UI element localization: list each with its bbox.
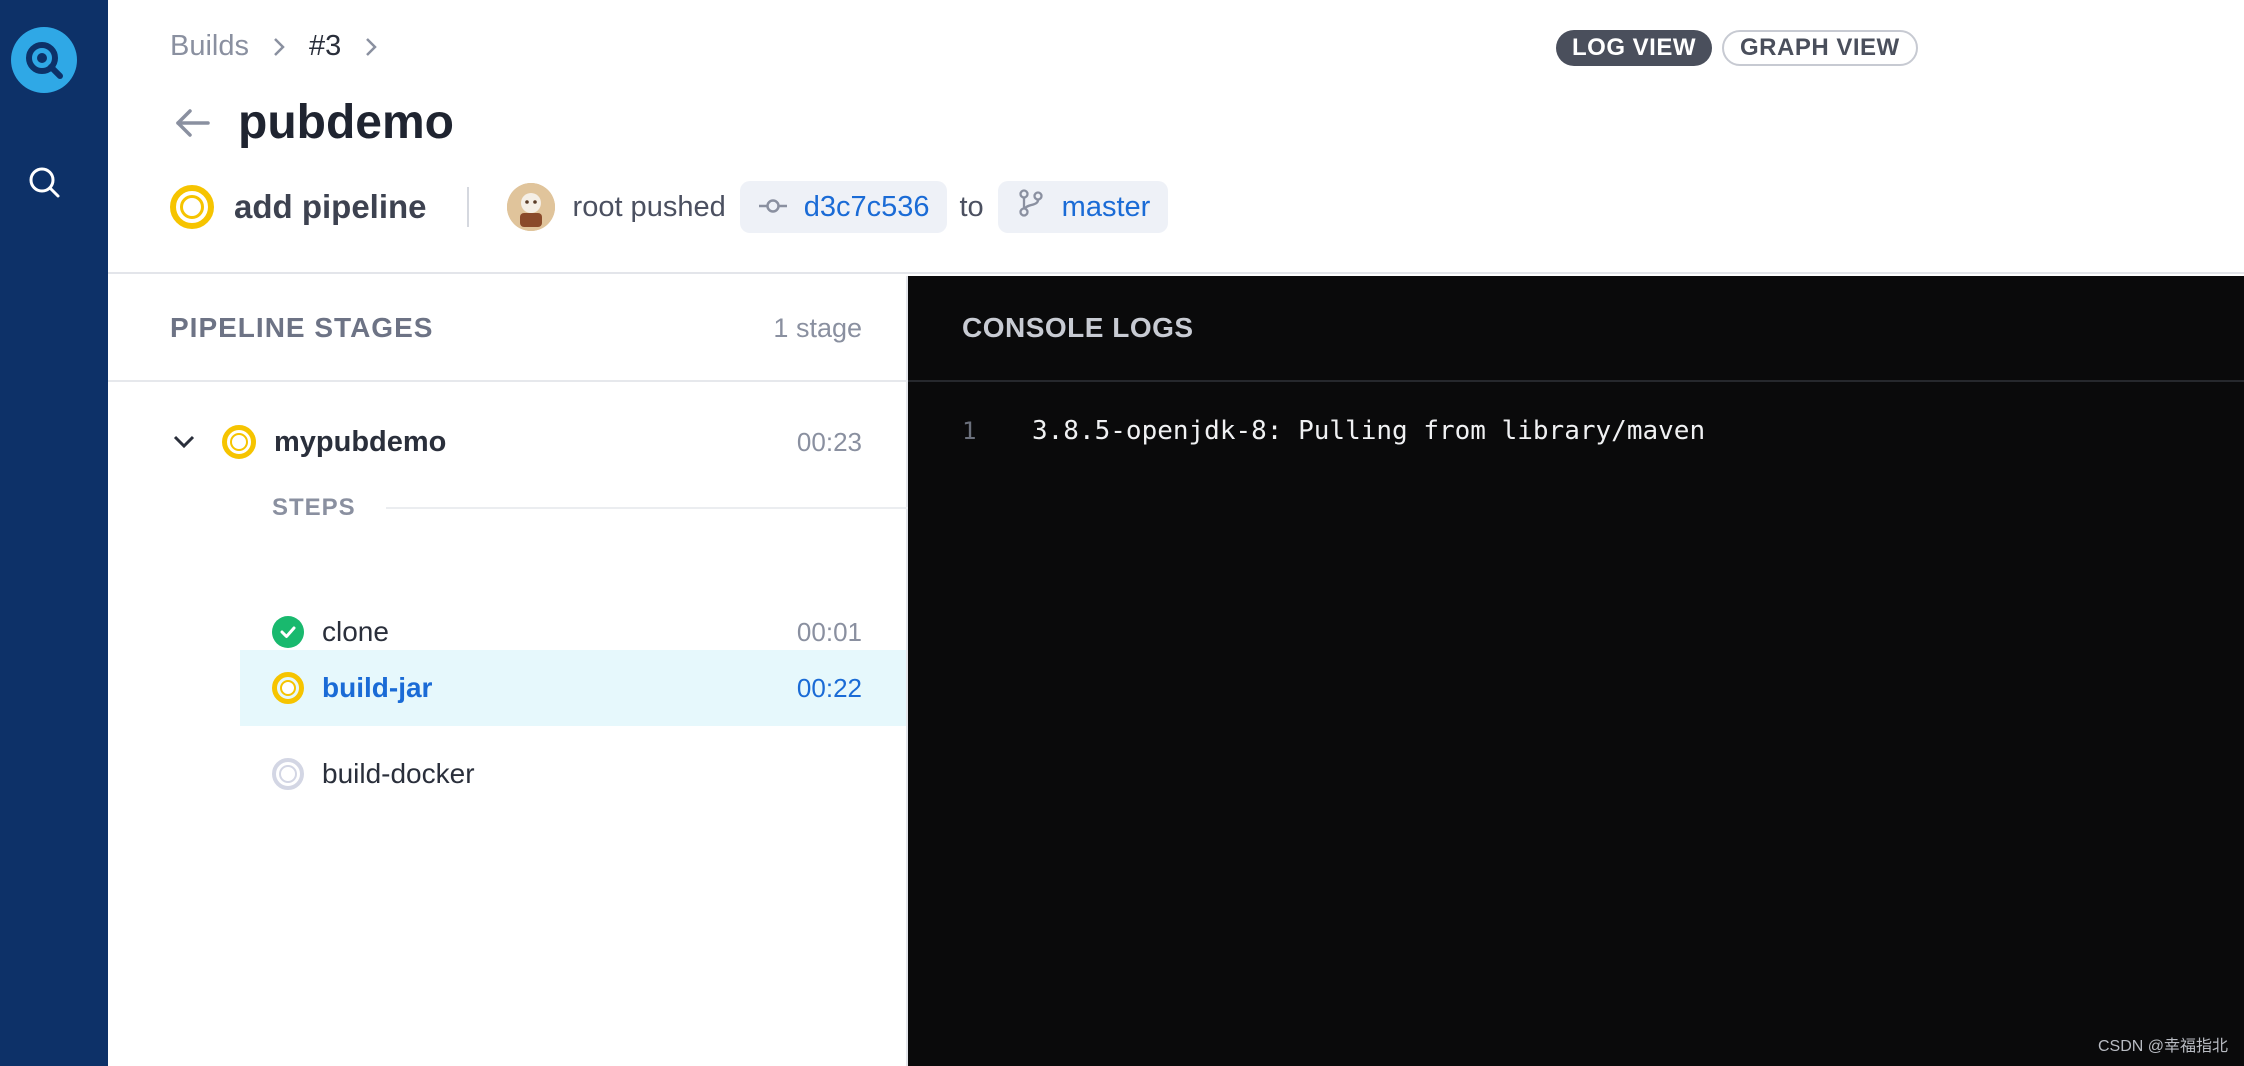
breadcrumb: Builds #3 xyxy=(170,30,379,63)
step-build-jar[interactable]: build-jar 00:22 xyxy=(240,650,906,726)
stages-title: PIPELINE STAGES xyxy=(170,312,434,343)
commit-message: add pipeline xyxy=(234,188,427,225)
step-name: build-jar xyxy=(322,672,433,703)
steps-label: STEPS xyxy=(272,494,908,522)
log-line-number[interactable]: 1 xyxy=(962,417,1002,445)
step-duration: 00:01 xyxy=(796,616,862,647)
success-check-icon xyxy=(272,616,304,648)
watermark: CSDN @幸福指北 xyxy=(2097,1038,2228,1055)
stages-header: PIPELINE STAGES 1 stage xyxy=(108,276,906,382)
drone-logo-icon[interactable] xyxy=(11,27,77,93)
chevron-down-icon[interactable] xyxy=(170,434,198,450)
step-name: clone xyxy=(322,616,389,647)
breadcrumb-builds-link[interactable]: Builds xyxy=(170,30,249,63)
divider xyxy=(466,187,469,227)
step-duration: 00:22 xyxy=(796,672,862,703)
chevron-right-icon xyxy=(271,35,287,59)
step-name: build-docker xyxy=(322,758,475,789)
commit-author: root pushed xyxy=(572,190,726,223)
to-label: to xyxy=(959,190,984,223)
title-row: pubdemo xyxy=(170,95,454,150)
branch-name: master xyxy=(1061,190,1151,223)
commit-sha-link[interactable]: d3c7c536 xyxy=(739,181,948,233)
running-status-icon xyxy=(272,672,304,704)
running-status-icon xyxy=(170,185,214,229)
stage-row[interactable]: mypubdemo 00:23 xyxy=(170,414,862,470)
steps-heading: STEPS xyxy=(272,494,356,521)
log-view-button[interactable]: LOG VIEW xyxy=(1556,30,1712,66)
chevron-right-icon xyxy=(363,35,379,59)
commit-icon xyxy=(758,191,788,224)
breadcrumb-build-number[interactable]: #3 xyxy=(309,30,341,63)
log-line-text: 3.8.5-openjdk-8: Pulling from library/ma… xyxy=(1032,416,1706,446)
branch-icon xyxy=(1016,188,1046,226)
pending-status-icon xyxy=(272,758,304,790)
commit-meta: add pipeline root pushed d3c7c536 to mas… xyxy=(170,180,1169,234)
stage-name: mypubdemo xyxy=(274,425,447,458)
graph-view-button[interactable]: GRAPH VIEW xyxy=(1722,30,1918,66)
stage-duration: 00:23 xyxy=(796,426,862,457)
console-header: CONSOLE LOGS xyxy=(908,276,2244,382)
view-toggle: LOG VIEW GRAPH VIEW xyxy=(1556,30,1918,66)
divider xyxy=(385,507,908,509)
stages-count: 1 stage xyxy=(773,312,862,343)
commit-sha: d3c7c536 xyxy=(803,190,930,223)
log-line: 1 3.8.5-openjdk-8: Pulling from library/… xyxy=(962,416,1705,446)
pipeline-stages-panel: PIPELINE STAGES 1 stage mypubdemo 00:23 … xyxy=(108,276,908,1066)
console-logs-panel: CONSOLE LOGS 1 3.8.5-openjdk-8: Pulling … xyxy=(908,276,2244,1066)
step-build-docker[interactable]: build-docker xyxy=(240,736,906,812)
branch-link[interactable]: master xyxy=(997,181,1169,233)
running-status-icon xyxy=(222,425,256,459)
build-header: Builds #3 LOG VIEW GRAPH VIEW pubdemo ad… xyxy=(108,0,2244,274)
avatar xyxy=(506,183,555,231)
sidebar xyxy=(0,0,108,1066)
back-arrow-icon[interactable] xyxy=(170,101,214,145)
search-icon[interactable] xyxy=(22,160,66,204)
console-title: CONSOLE LOGS xyxy=(962,312,1194,343)
page-title: pubdemo xyxy=(238,96,454,149)
